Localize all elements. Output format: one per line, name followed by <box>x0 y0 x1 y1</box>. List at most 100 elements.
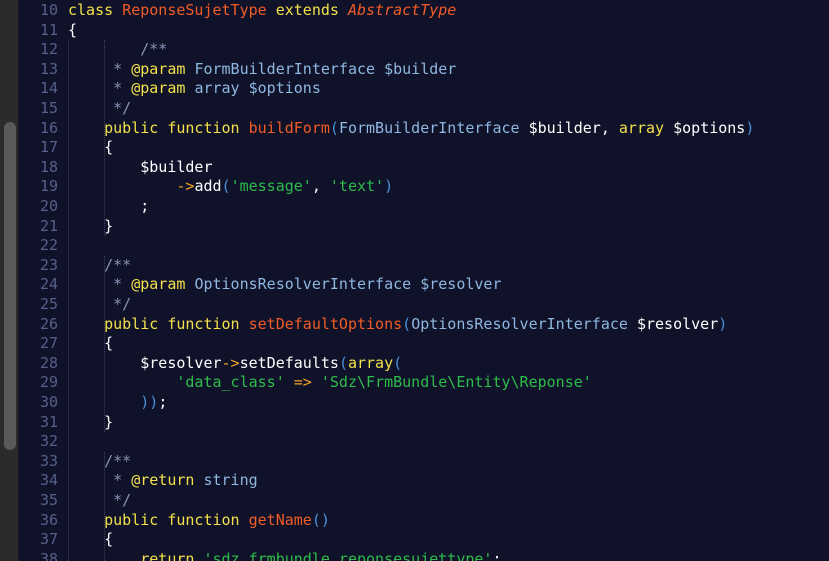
code-token: => <box>293 373 312 392</box>
vertical-scrollbar-track[interactable] <box>0 0 19 561</box>
code-line[interactable]: */ <box>68 491 131 511</box>
code-token: function <box>167 510 240 529</box>
code-token: OptionsResolverInterface <box>411 314 628 333</box>
code-token: { <box>104 530 114 549</box>
code-token: } <box>104 216 114 235</box>
code-token: ( <box>221 177 231 196</box>
code-line[interactable]: /** <box>68 452 131 472</box>
code-token: * <box>113 471 132 490</box>
code-line[interactable]: } <box>68 413 113 433</box>
code-token: , <box>600 118 619 137</box>
line-number: 29 <box>39 373 58 392</box>
code-token: $options <box>248 79 321 98</box>
code-line[interactable]: return 'sdz_frmbundle_reponsesujettype'; <box>68 550 501 561</box>
line-number: 11 <box>39 20 58 39</box>
code-token: , <box>311 177 330 196</box>
code-line[interactable]: class ReponseSujetType extends AbstractT… <box>68 1 456 21</box>
code-token: -> <box>176 177 195 196</box>
code-token: ( <box>338 353 348 372</box>
code-line[interactable]: public function setDefaultOptions(Option… <box>68 315 727 335</box>
code-line[interactable]: /** <box>68 40 167 60</box>
vertical-scrollbar-thumb[interactable] <box>4 122 16 450</box>
line-number: 38 <box>39 549 58 561</box>
code-line[interactable]: )); <box>68 393 167 413</box>
line-number: 31 <box>39 412 58 431</box>
code-line[interactable]: public function getName() <box>68 511 330 531</box>
code-line[interactable]: { <box>68 138 113 158</box>
code-token: 'Sdz\FrmBundle\Entity\Reponse' <box>320 373 592 392</box>
line-number: 13 <box>39 59 58 78</box>
code-line[interactable]: * @return string <box>68 471 258 491</box>
code-line[interactable]: ->add('message', 'text') <box>68 177 393 197</box>
code-token: public <box>104 510 159 529</box>
line-number: 37 <box>39 530 58 549</box>
code-token: add <box>194 177 222 196</box>
code-line[interactable]: { <box>68 21 77 41</box>
code-line[interactable]: * @param OptionsResolverInterface $resol… <box>68 275 501 295</box>
code-text-area[interactable]: class ReponseSujetType extends AbstractT… <box>68 0 829 561</box>
code-line[interactable]: { <box>68 530 113 550</box>
code-token: /** <box>104 451 132 470</box>
code-token: ( <box>393 353 403 372</box>
code-line[interactable]: * @param FormBuilderInterface $builder <box>68 60 456 80</box>
code-line[interactable]: */ <box>68 99 131 119</box>
code-line[interactable]: * @param array $options <box>68 79 321 99</box>
code-token: $builder <box>384 59 457 78</box>
line-number: 16 <box>39 118 58 137</box>
code-line[interactable]: } <box>68 217 113 237</box>
code-line[interactable]: ; <box>68 197 149 217</box>
code-token: */ <box>113 99 132 117</box>
code-token: $resolver <box>636 314 719 333</box>
code-token: { <box>104 334 114 353</box>
code-line[interactable]: /** <box>68 256 131 276</box>
line-number-gutter: 10 11 12 13 14 15 16 17 18 19 20 21 22 23 24 25 26 27 28 29… <box>20 0 66 561</box>
code-token: { <box>68 20 78 39</box>
code-token: ) <box>384 177 394 196</box>
code-token: FormBuilderInterface <box>338 118 520 137</box>
code-token: public <box>104 314 159 333</box>
code-line[interactable]: $builder <box>68 158 212 178</box>
code-token: ; <box>158 393 168 411</box>
code-token: extends <box>275 1 339 19</box>
code-token: /** <box>104 255 132 274</box>
line-number: 10 <box>39 1 58 19</box>
code-token: @param <box>131 59 186 78</box>
line-number: 28 <box>39 353 58 372</box>
code-line[interactable]: { <box>68 334 113 354</box>
line-number: 17 <box>39 138 58 157</box>
line-number: 32 <box>39 432 58 451</box>
line-number: 20 <box>39 197 58 215</box>
code-line[interactable]: 'data_class' => 'Sdz\FrmBundle\Entity\Re… <box>68 373 592 393</box>
code-token: */ <box>113 491 132 509</box>
code-line[interactable]: public function buildForm(FormBuilderInt… <box>68 119 754 139</box>
code-line[interactable]: */ <box>68 295 131 315</box>
code-token: public <box>104 118 159 137</box>
code-token: () <box>311 510 330 529</box>
line-number: 18 <box>39 157 58 176</box>
code-token: { <box>104 138 114 157</box>
code-token: ; <box>492 549 502 561</box>
code-token: * <box>113 79 132 98</box>
line-number: 24 <box>39 275 58 294</box>
code-token: buildForm <box>248 118 330 137</box>
code-line[interactable]: $resolver->setDefaults(array( <box>68 354 402 374</box>
line-number: 15 <box>39 99 58 117</box>
